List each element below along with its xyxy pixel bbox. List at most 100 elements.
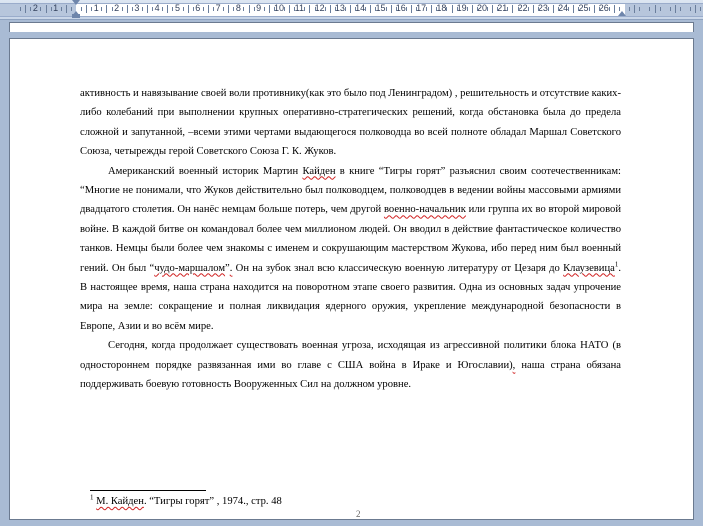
ruler-tick xyxy=(30,7,32,11)
ruler-tick xyxy=(233,7,235,11)
ruler-tick xyxy=(350,5,352,13)
horizontal-ruler[interactable]: 2 1 1 2 3 4 5 6 7 8 9 10 11 12 13 14 15 16 17 18 19 20 21 22 23 2… xyxy=(0,0,703,20)
ruler-tick xyxy=(45,5,47,13)
ruler-tick xyxy=(182,7,184,11)
ruler-tick xyxy=(476,7,478,11)
ruler-tick xyxy=(669,7,671,11)
ruler-tick xyxy=(167,5,169,13)
ruler-tick xyxy=(91,7,93,11)
ruler-number: 4 xyxy=(154,3,160,13)
ruler-number: 25 xyxy=(578,3,589,13)
ruler-tick xyxy=(507,7,509,11)
ruler-tick xyxy=(385,7,387,11)
ruler-tick xyxy=(50,7,52,11)
ruler-number: 20 xyxy=(476,3,488,13)
paragraph-2-text-e: Он на зубок знал всю классическую военну… xyxy=(232,262,564,274)
spelling-error-kaiden: Кайден xyxy=(302,165,336,177)
ruler-tick xyxy=(223,7,225,11)
ruler-tick xyxy=(207,5,209,13)
ruler-tick xyxy=(517,7,519,11)
paragraph-2-text-a: Американский военный историк Мартин xyxy=(108,165,303,177)
ruler-tick xyxy=(390,5,392,13)
ruler-number: 21 xyxy=(497,3,508,13)
ruler-tick xyxy=(187,5,189,13)
ruler-tick xyxy=(527,7,529,11)
ruler-tick xyxy=(253,7,255,11)
ruler-tick xyxy=(593,5,595,13)
ruler-number: 23 xyxy=(537,3,548,13)
ruler-tick xyxy=(608,7,610,11)
spelling-error-chudo-marshal: чудо-маршалом xyxy=(154,262,226,274)
ruler-tick xyxy=(405,7,407,11)
ruler-tick xyxy=(324,7,326,11)
ruler-tick xyxy=(334,7,336,11)
ruler-tick xyxy=(512,5,514,13)
ruler-tick xyxy=(228,5,230,13)
ruler-tick xyxy=(416,7,418,11)
ruler-tick xyxy=(152,7,154,11)
ruler-tick xyxy=(446,7,448,11)
ruler-tick xyxy=(106,5,108,13)
ruler-tick xyxy=(126,5,128,13)
ruler-tick xyxy=(588,7,590,11)
ruler-tick xyxy=(613,5,615,13)
ruler-tick xyxy=(649,7,651,11)
ruler-tick xyxy=(355,7,357,11)
footnote-separator xyxy=(90,490,206,491)
ruler-tick xyxy=(537,7,539,11)
ruler-number: 7 xyxy=(215,3,221,13)
ruler-tick xyxy=(410,5,412,13)
right-indent-marker[interactable] xyxy=(618,11,626,16)
ruler-number: 19 xyxy=(456,3,467,13)
document-page[interactable]: активность и навязывание своей воли прот… xyxy=(9,38,694,520)
ruler-number: 12 xyxy=(314,3,325,13)
ruler-tick xyxy=(25,5,27,13)
ruler-tick xyxy=(492,5,494,13)
ruler-tick xyxy=(634,5,636,13)
ruler-tick xyxy=(654,5,656,13)
ruler-number: 26 xyxy=(598,3,609,13)
ruler-tick xyxy=(674,5,676,13)
paragraph-3: Сегодня, когда продолжает существовать в… xyxy=(80,336,621,394)
ruler-tick xyxy=(573,5,575,13)
ruler-right-margin xyxy=(625,3,703,17)
ruler-tick xyxy=(263,7,265,11)
page-number: 2 xyxy=(356,509,361,519)
document-body[interactable]: активность и навязывание своей воли прот… xyxy=(80,84,621,395)
ruler-number: 22 xyxy=(517,3,528,13)
ruler-tick xyxy=(365,7,367,11)
ruler-tick xyxy=(370,5,372,13)
ruler-number: 1 xyxy=(93,3,99,13)
ruler-tick xyxy=(659,7,661,11)
ruler-tick xyxy=(60,7,62,11)
ruler-tick xyxy=(202,7,204,11)
ruler-tick xyxy=(65,5,67,13)
ruler-tick xyxy=(344,7,346,11)
ruler-number: 2 xyxy=(114,3,120,13)
ruler-number: 11 xyxy=(294,3,304,13)
spelling-error-footnote-kaiden: М. Кайден xyxy=(96,496,144,507)
ruler-tick xyxy=(248,5,250,13)
footnote-number: 1 xyxy=(90,493,94,502)
ruler-tick xyxy=(487,7,489,11)
ruler-tick xyxy=(147,5,149,13)
previous-page-bottom xyxy=(9,22,694,32)
ruler-tick xyxy=(471,5,473,13)
footnote-text: . “Тигры горят” , 1974., стр. 48 xyxy=(143,496,282,507)
ruler-number: 6 xyxy=(195,3,201,13)
left-indent-marker[interactable] xyxy=(72,14,80,18)
ruler-tick xyxy=(40,7,42,11)
ruler-tick xyxy=(532,5,534,13)
ruler-tick xyxy=(558,7,560,11)
ruler-tick xyxy=(101,7,103,11)
first-line-indent-marker[interactable] xyxy=(72,0,80,5)
ruler-number: 2 xyxy=(32,3,38,13)
ruler-number: 18 xyxy=(436,3,447,13)
ruler-tick xyxy=(700,7,702,11)
ruler-number: 13 xyxy=(334,3,345,13)
ruler-tick xyxy=(162,7,164,11)
ruler-tick xyxy=(243,7,245,11)
ruler-tick xyxy=(294,7,296,11)
ruler-tick xyxy=(497,7,499,11)
ruler-number: 3 xyxy=(134,3,140,13)
